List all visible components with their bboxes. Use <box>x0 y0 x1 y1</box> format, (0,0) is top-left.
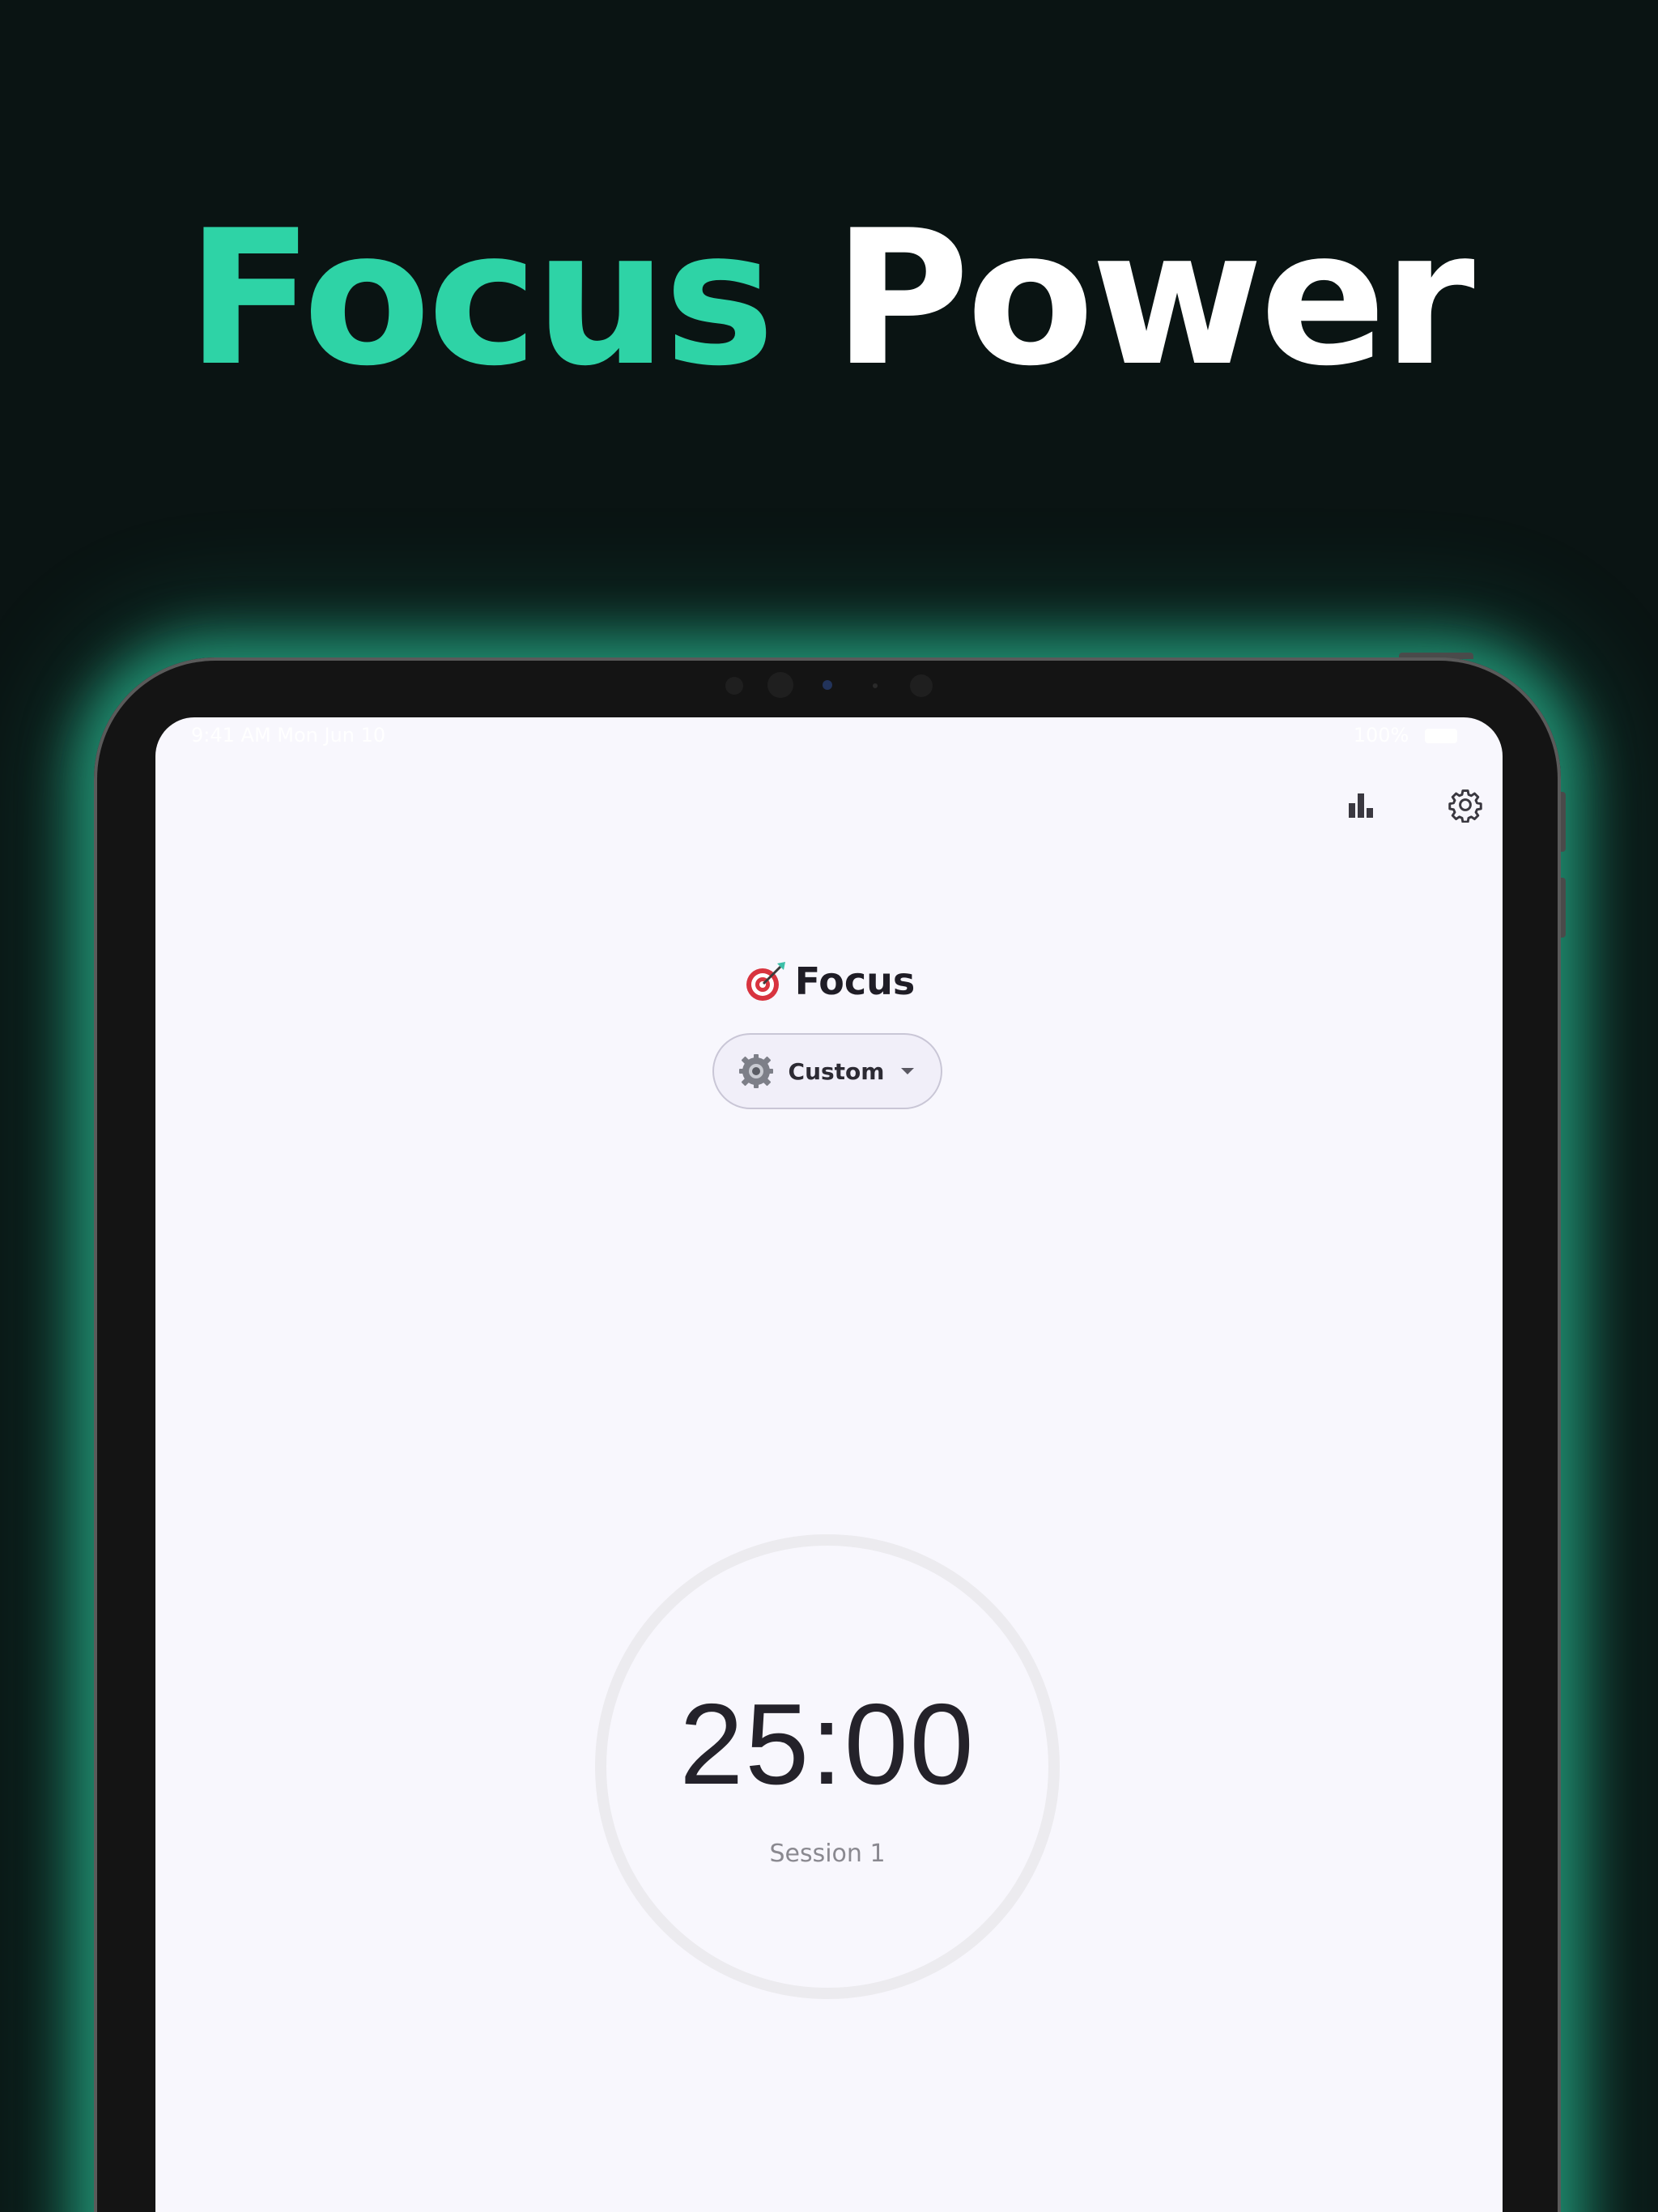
marketing-headline: Focus Power <box>0 194 1658 405</box>
page-title: Focus <box>667 952 991 1010</box>
direct-hit-target-icon <box>746 962 785 1001</box>
battery-percentage: 100% <box>1353 724 1409 747</box>
title-label: Focus <box>794 959 916 1003</box>
statistics-button[interactable] <box>1336 779 1388 831</box>
camera-dot <box>873 683 878 688</box>
gear-icon <box>1448 789 1482 823</box>
settings-button[interactable] <box>1439 779 1491 831</box>
status-time: 9:41 AM Mon Jun 10 <box>191 724 386 747</box>
camera-lens <box>767 672 793 698</box>
camera-flash <box>910 674 933 697</box>
camera-indicator <box>823 680 832 690</box>
session-label: Session 1 <box>769 1840 886 1868</box>
headline-rest-word: Power <box>833 191 1474 407</box>
mode-selector-dropdown[interactable]: Custom <box>712 1033 942 1109</box>
mode-selector-label: Custom <box>788 1057 885 1085</box>
gear-icon <box>738 1054 773 1088</box>
status-right: 100% <box>1354 724 1457 747</box>
camera-sensor <box>725 677 743 695</box>
status-bar: 9:41 AM Mon Jun 10 100% <box>155 717 1503 750</box>
bar-chart-icon <box>1349 793 1373 818</box>
chevron-down-icon <box>901 1068 915 1074</box>
battery-icon <box>1425 729 1457 743</box>
headline-accent-word: Focus <box>186 191 775 407</box>
timer-display: 25:00 <box>679 1680 976 1809</box>
